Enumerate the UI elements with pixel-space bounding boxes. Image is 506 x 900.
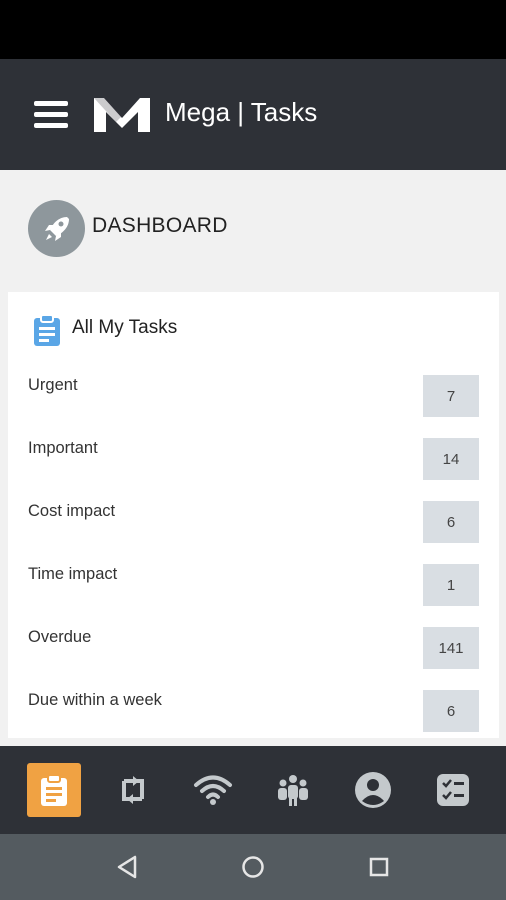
nav-sync-button[interactable] bbox=[106, 763, 160, 817]
task-row-time-impact[interactable]: Time impact 1 bbox=[28, 564, 479, 608]
status-bar bbox=[0, 0, 506, 59]
nav-wifi-button[interactable] bbox=[186, 763, 240, 817]
task-row-due-within-week[interactable]: Due within a week 6 bbox=[28, 690, 479, 734]
home-icon[interactable] bbox=[238, 852, 268, 882]
row-label: Urgent bbox=[28, 376, 78, 394]
row-label: Important bbox=[28, 439, 98, 457]
system-navigation-bar bbox=[0, 834, 506, 900]
mega-logo-icon bbox=[94, 98, 150, 132]
row-count-badge: 6 bbox=[423, 690, 479, 732]
nav-account-button[interactable] bbox=[346, 763, 400, 817]
app-bar: Mega | Tasks bbox=[0, 59, 506, 170]
clipboard-icon bbox=[41, 774, 67, 806]
row-label: Time impact bbox=[28, 565, 118, 583]
wifi-icon bbox=[194, 775, 232, 805]
account-icon bbox=[355, 772, 391, 808]
task-row-overdue[interactable]: Overdue 141 bbox=[28, 627, 479, 671]
row-count-badge: 6 bbox=[423, 501, 479, 543]
dashboard-header: DASHBOARD bbox=[0, 170, 506, 290]
recents-icon[interactable] bbox=[364, 852, 394, 882]
row-count-badge: 1 bbox=[423, 564, 479, 606]
row-count-badge: 141 bbox=[423, 627, 479, 669]
nav-checklist-button[interactable] bbox=[426, 763, 480, 817]
row-label: Overdue bbox=[28, 628, 92, 646]
row-label: Cost impact bbox=[28, 502, 116, 520]
task-row-cost-impact[interactable]: Cost impact 6 bbox=[28, 501, 479, 545]
hamburger-menu-icon[interactable] bbox=[34, 101, 68, 129]
row-count-badge: 7 bbox=[423, 375, 479, 417]
row-label: Due within a week bbox=[28, 691, 162, 709]
all-my-tasks-card: All My Tasks Urgent 7 Important 14 Cost … bbox=[8, 292, 499, 738]
back-icon[interactable] bbox=[113, 852, 143, 882]
row-count-badge: 14 bbox=[423, 438, 479, 480]
task-row-urgent[interactable]: Urgent 7 bbox=[28, 375, 479, 419]
nav-tasks-button[interactable] bbox=[27, 763, 81, 817]
rocket-icon bbox=[28, 200, 85, 257]
card-title: All My Tasks bbox=[72, 317, 178, 338]
nav-team-button[interactable] bbox=[266, 763, 320, 817]
bottom-nav bbox=[0, 746, 506, 834]
checklist-icon bbox=[437, 774, 469, 806]
app-title: Mega | Tasks bbox=[165, 97, 318, 127]
team-icon bbox=[278, 775, 308, 806]
clipboard-icon bbox=[34, 314, 60, 346]
dashboard-title: DASHBOARD bbox=[92, 214, 228, 237]
sync-icon bbox=[122, 776, 144, 804]
task-row-important[interactable]: Important 14 bbox=[28, 438, 479, 482]
